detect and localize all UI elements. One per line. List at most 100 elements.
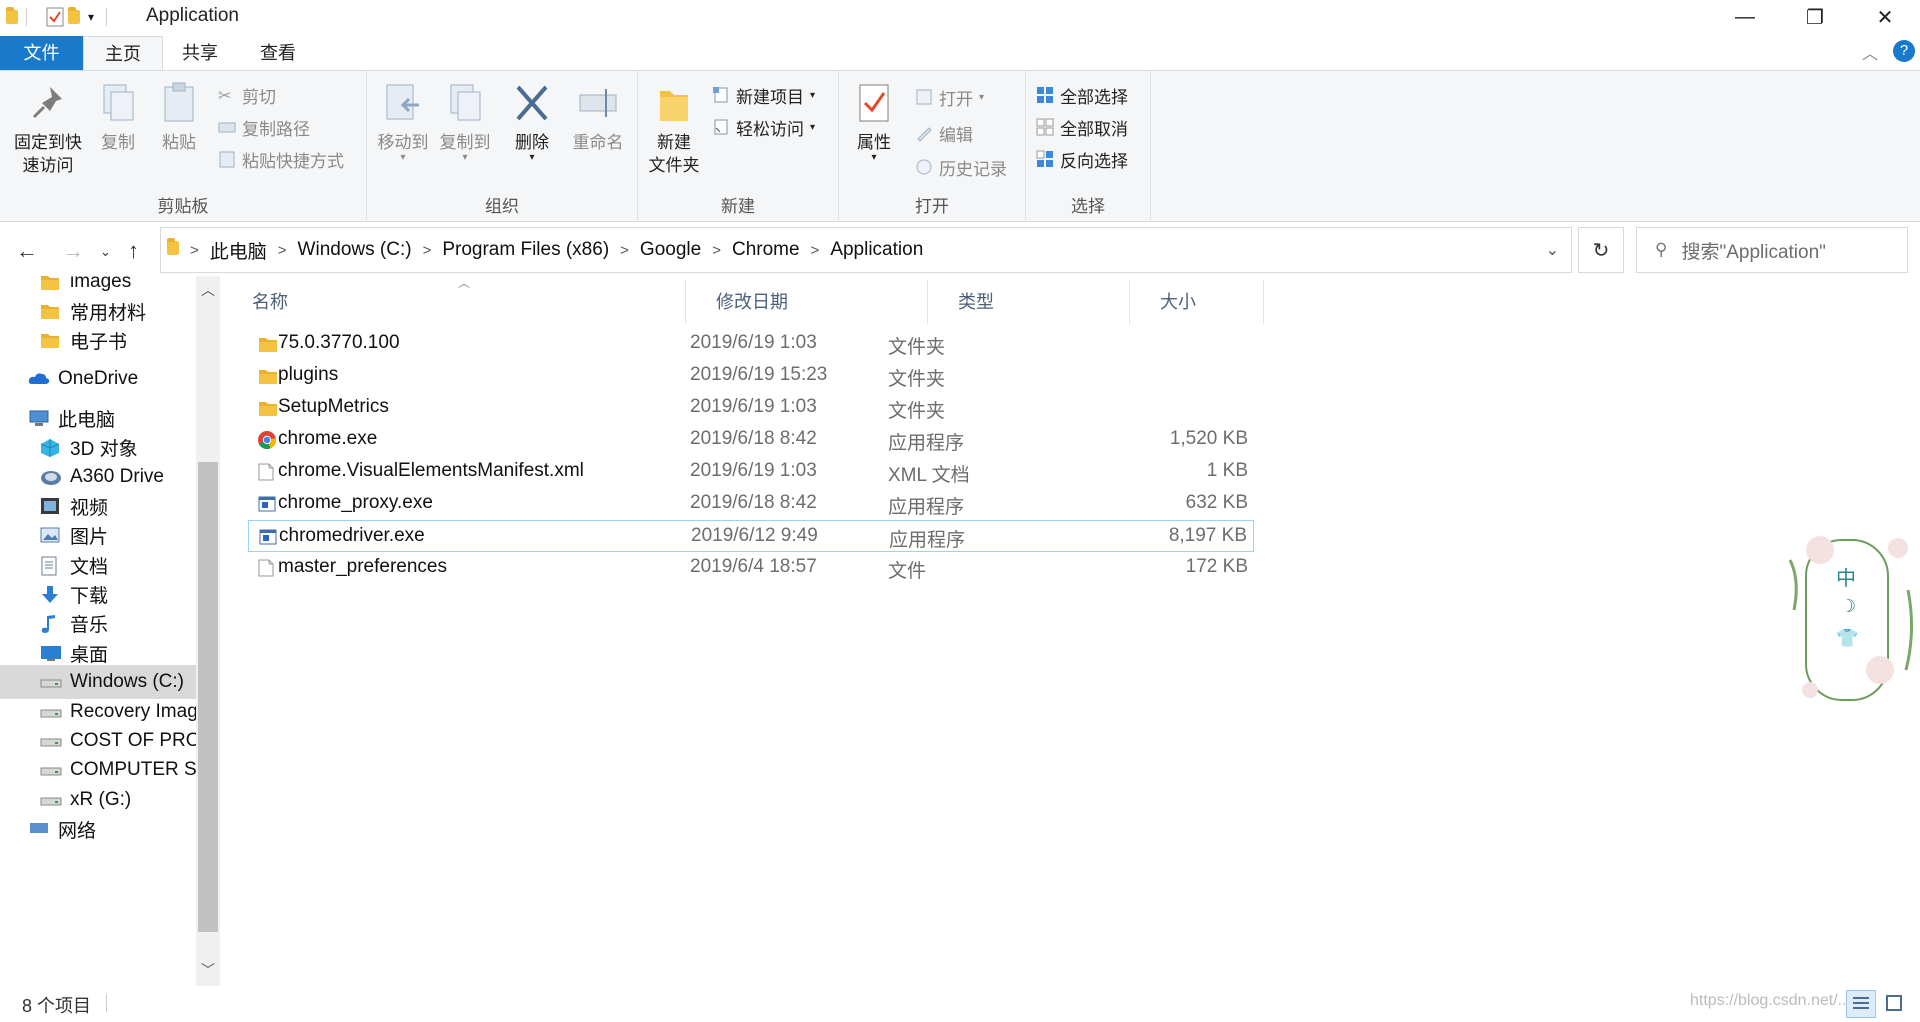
sidebar-item[interactable]: 电子书 bbox=[0, 323, 196, 357]
address-dropdown-icon[interactable]: ⌄ bbox=[1546, 240, 1559, 260]
sidebar-item[interactable]: 网络 bbox=[0, 812, 196, 846]
breadcrumb-chrome[interactable]: Chrome bbox=[732, 239, 800, 261]
chevron-right-icon[interactable]: > bbox=[278, 242, 287, 259]
tab-file[interactable]: 文件 bbox=[0, 36, 83, 70]
close-button[interactable]: ✕ bbox=[1850, 0, 1920, 34]
sidebar-item[interactable]: 3D 对象 bbox=[0, 430, 196, 464]
sidebar-item[interactable]: OneDrive bbox=[0, 362, 196, 396]
properties-label: 属性 bbox=[857, 133, 891, 152]
easy-access-button[interactable]: 轻松访问 ▾ bbox=[712, 113, 815, 141]
move-to-icon bbox=[383, 81, 423, 125]
file-size: 1,520 KB bbox=[1169, 428, 1248, 449]
file-row[interactable]: chrome.VisualElementsManifest.xml 2019/6/… bbox=[248, 456, 1254, 488]
navigation-pane: images 常用材料 电子书 OneDrive 此电脑 3D 对象 A360 Drive 视… bbox=[0, 276, 222, 986]
forward-button[interactable]: → bbox=[62, 238, 84, 264]
refresh-icon: ↻ bbox=[1592, 239, 1610, 262]
column-header-type[interactable]: 类型 bbox=[928, 280, 1130, 324]
ime-mode-chinese[interactable]: 中 bbox=[1836, 562, 1856, 591]
properties-button[interactable]: 属性 ▾ bbox=[845, 77, 903, 163]
back-button[interactable]: ← bbox=[16, 238, 38, 264]
delete-button[interactable]: 删除 ▾ bbox=[507, 77, 557, 163]
file-row[interactable]: chromedriver.exe 2019/6/12 9:49 应用程序 8,197 … bbox=[248, 520, 1254, 552]
recent-locations-button[interactable]: ⌄ bbox=[100, 244, 111, 260]
ime-shirt-icon[interactable]: 👕 bbox=[1836, 628, 1858, 649]
chevron-right-icon[interactable]: > bbox=[190, 242, 199, 259]
address-bar[interactable]: > 此电脑 > Windows (C:) > Program Files (x8… bbox=[160, 227, 1572, 273]
customize-quick-access-icon[interactable]: ▾ bbox=[88, 6, 94, 28]
nav-scrollbar[interactable]: ︿ ﹀ bbox=[196, 276, 220, 986]
new-folder-button[interactable]: 新建 文件夹 bbox=[644, 77, 704, 177]
paste-button[interactable]: 粘贴 bbox=[152, 77, 206, 154]
up-button[interactable]: ↑ bbox=[128, 238, 139, 264]
ime-moon-icon[interactable]: ☽ bbox=[1840, 596, 1856, 617]
move-to-button[interactable]: 移动到 ▾ bbox=[373, 77, 433, 163]
copy-path-button[interactable]: 复制路径 bbox=[218, 113, 310, 141]
breadcrumb-application[interactable]: Application bbox=[830, 239, 923, 261]
chevron-right-icon[interactable]: > bbox=[811, 242, 820, 259]
select-all-button[interactable]: 全部选择 bbox=[1036, 81, 1128, 109]
select-none-button[interactable]: 全部取消 bbox=[1036, 113, 1128, 141]
details-view-button[interactable] bbox=[1846, 990, 1876, 1018]
refresh-button[interactable]: ↻ bbox=[1578, 227, 1624, 273]
chevron-right-icon[interactable]: > bbox=[712, 242, 721, 259]
cut-button[interactable]: ✂ 剪切 bbox=[218, 81, 276, 109]
file-name: 75.0.3770.100 bbox=[278, 332, 400, 353]
window-title: Application bbox=[146, 5, 239, 26]
breadcrumb-google[interactable]: Google bbox=[640, 239, 701, 261]
column-header-size[interactable]: 大小 bbox=[1130, 280, 1264, 324]
sidebar-item[interactable]: COMPUTER S bbox=[0, 753, 196, 787]
ime-toolbar[interactable]: 中 ☽ 👕 bbox=[1780, 520, 1920, 720]
new-folder-quick-icon[interactable] bbox=[68, 6, 80, 28]
organize-group-label: 组织 bbox=[485, 197, 519, 216]
file-date: 2019/6/4 18:57 bbox=[690, 556, 817, 577]
properties-icon bbox=[854, 81, 894, 125]
scroll-up-icon[interactable]: ︿ bbox=[201, 280, 215, 300]
easy-access-label: 轻松访问 bbox=[736, 119, 804, 139]
tab-view[interactable]: 查看 bbox=[239, 36, 317, 70]
help-icon[interactable]: ? bbox=[1893, 40, 1915, 62]
exe-icon bbox=[259, 528, 277, 546]
breadcrumb-program-files-x86[interactable]: Program Files (x86) bbox=[442, 239, 609, 261]
collapse-ribbon-icon[interactable]: ︿ bbox=[1862, 40, 1878, 64]
pin-quick-access-button[interactable]: 固定到快 速访问 bbox=[8, 77, 88, 177]
file-row[interactable]: master_preferences 2019/6/4 18:57 文件 172 KB bbox=[248, 552, 1254, 584]
clipboard-group-label: 剪贴板 bbox=[157, 197, 209, 216]
minimize-button[interactable]: — bbox=[1710, 0, 1780, 34]
edit-button[interactable]: 编辑 bbox=[915, 119, 973, 147]
open-button[interactable]: 打开 ▾ bbox=[915, 83, 984, 111]
copy-to-button[interactable]: 复制到 ▾ bbox=[435, 77, 495, 163]
file-name: chrome_proxy.exe bbox=[278, 492, 433, 513]
rename-button[interactable]: 重命名 bbox=[567, 77, 629, 154]
large-icons-view-button[interactable] bbox=[1880, 990, 1908, 1016]
sidebar-item[interactable]: 图片 bbox=[0, 518, 196, 552]
paste-shortcut-button[interactable]: 粘贴快捷方式 bbox=[218, 145, 344, 173]
column-header-name[interactable]: 名称 bbox=[222, 280, 686, 324]
tab-home[interactable]: 主页 bbox=[83, 36, 163, 71]
new-item-icon bbox=[712, 86, 730, 104]
breadcrumb-this-pc[interactable]: 此电脑 bbox=[210, 237, 267, 264]
tab-share[interactable]: 共享 bbox=[161, 36, 239, 70]
chevron-right-icon[interactable]: > bbox=[620, 242, 629, 259]
file-row[interactable]: 75.0.3770.100 2019/6/19 1:03 文件夹 bbox=[248, 328, 1254, 360]
search-input[interactable]: ⚲ 搜索"Application" bbox=[1636, 227, 1908, 273]
chevron-right-icon[interactable]: > bbox=[423, 242, 432, 259]
file-list: ︿ 名称 修改日期 类型 大小 75.0.3770.100 2019/6/19 1… bbox=[222, 276, 1920, 986]
nav-scroll-thumb[interactable] bbox=[198, 462, 218, 932]
breadcrumb-windows-c[interactable]: Windows (C:) bbox=[298, 239, 412, 261]
file-row[interactable]: chrome.exe 2019/6/18 8:42 应用程序 1,520 KB bbox=[248, 424, 1254, 456]
properties-quick-icon[interactable] bbox=[46, 6, 64, 28]
sidebar-item[interactable]: 音乐 bbox=[0, 606, 196, 640]
invert-selection-button[interactable]: 反向选择 bbox=[1036, 145, 1128, 173]
file-row[interactable]: chrome_proxy.exe 2019/6/18 8:42 应用程序 632 KB bbox=[248, 488, 1254, 520]
file-row[interactable]: plugins 2019/6/19 15:23 文件夹 bbox=[248, 360, 1254, 392]
sidebar-item[interactable]: Windows (C:) bbox=[0, 665, 196, 699]
history-button[interactable]: 历史记录 bbox=[915, 153, 1007, 181]
new-item-button[interactable]: 新建项目 ▾ bbox=[712, 81, 815, 109]
maximize-button[interactable]: ❐ bbox=[1780, 0, 1850, 34]
copy-button[interactable]: 复制 bbox=[92, 77, 144, 154]
file-name: chromedriver.exe bbox=[279, 525, 425, 546]
sidebar-item-label: 常用材料 bbox=[70, 302, 147, 324]
file-row[interactable]: SetupMetrics 2019/6/19 1:03 文件夹 bbox=[248, 392, 1254, 424]
column-header-date[interactable]: 修改日期 bbox=[686, 280, 928, 324]
scroll-down-icon[interactable]: ﹀ bbox=[201, 960, 215, 980]
